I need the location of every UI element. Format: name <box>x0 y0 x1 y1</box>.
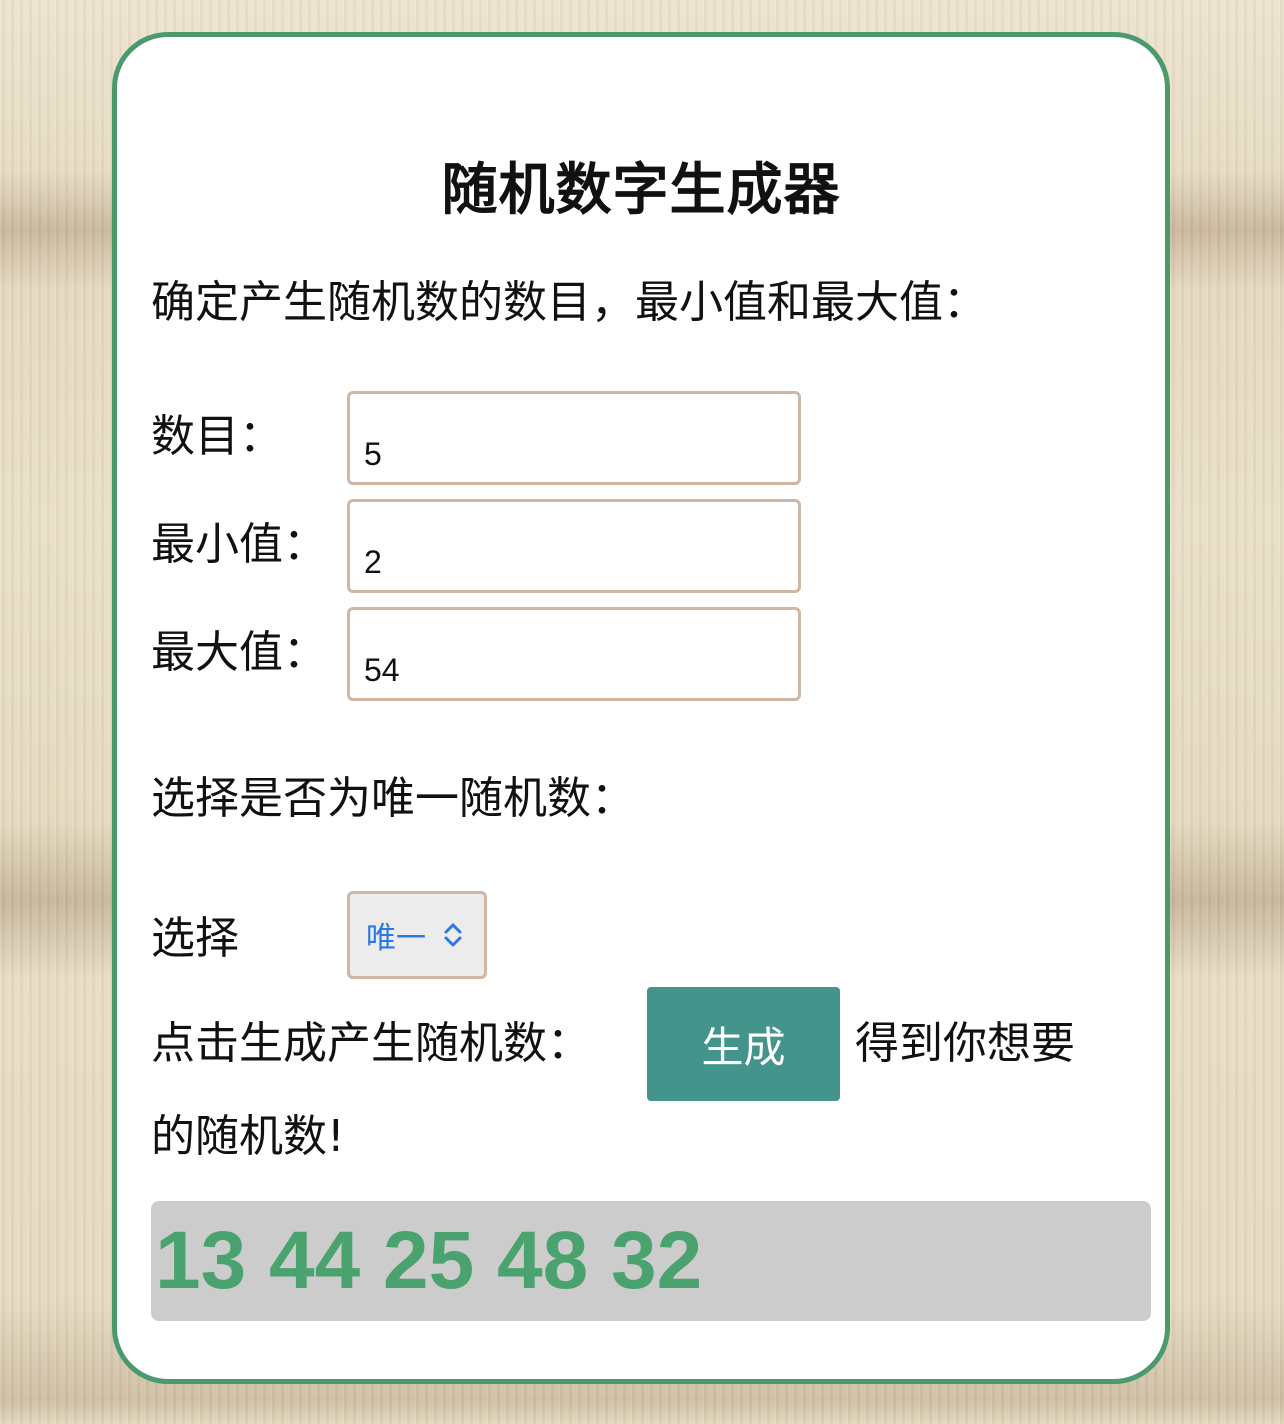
generate-prefix: 点击生成产生随机数： <box>151 1018 591 1069</box>
generator-card: 随机数字生成器 确定产生随机数的数目，最小值和最大值： 数目： 5 最小值： 2… <box>112 32 1170 1384</box>
unique-prompt: 选择是否为唯一随机数： <box>151 773 635 824</box>
min-input[interactable]: 2 <box>347 499 801 593</box>
page-title: 随机数字生成器 <box>441 158 841 223</box>
unique-select[interactable]: 唯一 <box>347 891 487 979</box>
count-label: 数目： <box>151 411 283 462</box>
instructions-text: 确定产生随机数的数目，最小值和最大值： <box>151 277 987 328</box>
chevron-up-down-icon <box>444 923 462 947</box>
result-display: 13 44 25 48 32 <box>151 1201 1151 1321</box>
unique-select-value: 唯一 <box>366 921 426 956</box>
max-label: 最大值： <box>151 627 327 678</box>
generate-button[interactable]: 生成 <box>647 987 840 1101</box>
generate-suffix: 得到你想要 <box>855 1018 1075 1069</box>
count-input[interactable]: 5 <box>347 391 801 485</box>
min-label: 最小值： <box>151 519 327 570</box>
select-label: 选择 <box>151 913 239 964</box>
max-input[interactable]: 54 <box>347 607 801 701</box>
generate-suffix-continued: 的随机数! <box>151 1111 345 1162</box>
